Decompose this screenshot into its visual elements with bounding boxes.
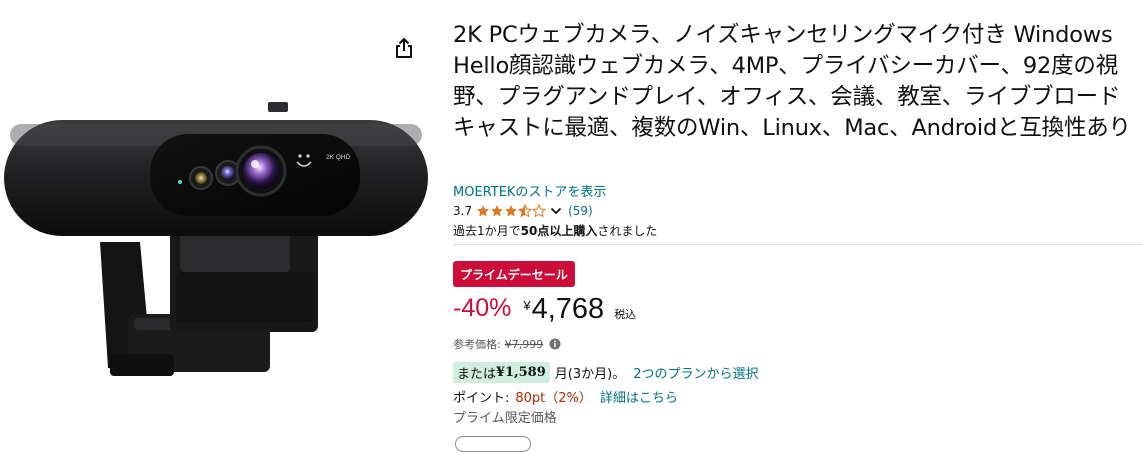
info-icon[interactable] — [549, 338, 561, 350]
chevron-down-icon[interactable] — [550, 206, 562, 216]
review-count-link[interactable]: (59) — [568, 204, 593, 218]
installment-plans-link[interactable]: 2つのプランから選択 — [633, 363, 758, 382]
points-details-link[interactable]: 詳細はこちら — [600, 387, 678, 406]
rating-value: 3.7 — [453, 204, 473, 218]
star-rating[interactable] — [476, 204, 547, 218]
points-label: ポイント: — [453, 391, 510, 406]
installment-term: 月(3か月)。 — [554, 366, 626, 382]
points-value: 80pt（2%） — [515, 391, 592, 406]
divider — [453, 244, 1142, 245]
share-button[interactable] — [392, 36, 416, 60]
purchase-note-suffix: されました — [597, 224, 658, 238]
discount-percent: -40% — [453, 294, 512, 322]
currency-symbol: ¥ — [523, 298, 531, 313]
reference-price-value: ¥7,999 — [504, 337, 544, 351]
prime-exclusive-note: プライム限定価格 — [453, 411, 557, 426]
webcam-illustration: 2K QHD — [4, 102, 428, 376]
tax-label: 税込 — [614, 308, 637, 321]
installment-prefix: または — [457, 366, 497, 382]
price-row: -40% ¥ 4,768 税込 — [453, 293, 636, 329]
purchase-note: 過去1か月で50点以上購入されました — [453, 222, 657, 239]
price-amount: 4,768 — [531, 293, 605, 325]
installment-amount: ¥1,589 — [496, 364, 546, 380]
purchase-note-bold: 50点以上購入 — [520, 224, 598, 238]
product-title: 2K PCウェブカメラ、ノイズキャンセリングマイク付き Windows Hell… — [453, 22, 1131, 141]
option-button[interactable] — [455, 436, 531, 452]
reference-price-row: 参考価格: ¥7,999 — [453, 336, 561, 352]
reference-price-label: 参考価格: — [453, 338, 501, 351]
lens-label: 2K QHD — [326, 154, 351, 161]
deal-badge: プライムデーセール — [453, 261, 575, 287]
store-link[interactable]: MOERTEKのストアを表示 — [453, 181, 606, 200]
product-image[interactable]: 2K QHD — [0, 92, 432, 392]
points-row: ポイント: 80pt（2%） 詳細はこちら — [453, 387, 678, 406]
star-icon — [477, 204, 547, 218]
installment-row: または ¥1,589 月(3か月)。 2つのプランから選択 — [453, 361, 758, 383]
purchase-note-prefix: 過去1か月で — [453, 224, 521, 238]
share-icon — [396, 38, 412, 58]
installment-chip: または ¥1,589 — [453, 361, 550, 383]
rating-row: 3.7 (59) — [453, 203, 593, 219]
